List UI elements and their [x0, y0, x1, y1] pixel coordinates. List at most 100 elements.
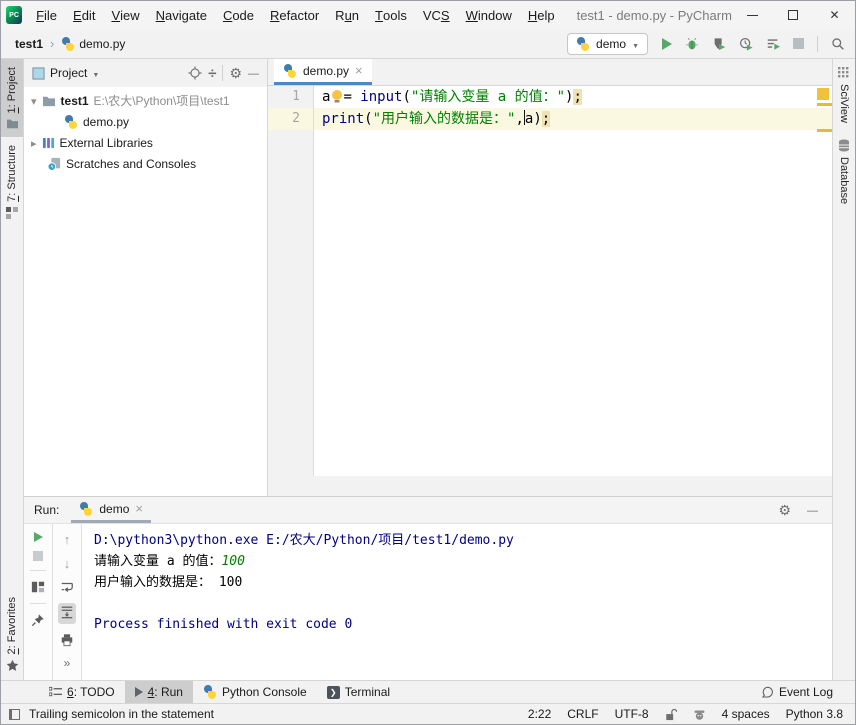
maximize-button[interactable] [773, 1, 814, 29]
hide-run-panel-button[interactable] [807, 503, 818, 517]
collapse-all-button[interactable] [208, 65, 216, 82]
interpreter-widget[interactable]: Python 3.8 [786, 707, 843, 721]
close-tab-icon[interactable] [135, 501, 143, 516]
run-with-coverage-button[interactable] [712, 37, 726, 51]
toolwindow-run-button[interactable]: 4: Run [125, 681, 193, 703]
menu-edit[interactable]: Edit [65, 1, 103, 29]
tree-row-root[interactable]: test1 E:\农大\Python\项目\test1 [24, 90, 267, 111]
bottom-toolwindow-bar: 6: TODO 4: Run Python Console ❯ Terminal… [1, 680, 855, 703]
rerun-button[interactable] [34, 532, 43, 542]
toolwindow-sciview-button[interactable]: SciView [833, 59, 855, 131]
soft-wrap-button[interactable] [60, 580, 74, 594]
project-settings-button[interactable] [229, 65, 242, 82]
token-builtin: input [360, 89, 402, 105]
run-configuration-select[interactable]: demo [567, 33, 648, 55]
warning-stripe-mark[interactable] [817, 103, 832, 106]
right-toolwindow-bar: SciView Database [832, 59, 855, 680]
pin-tab-button[interactable] [31, 613, 45, 627]
run-tab-demo[interactable]: demo [71, 497, 151, 523]
chevron-expanded-icon[interactable] [31, 94, 37, 108]
toolwindow-favorites-label: 2: Favorites [6, 597, 18, 654]
close-tab-icon[interactable] [355, 63, 363, 78]
center-column: Project test1 [24, 59, 832, 680]
run-console[interactable]: D:\python3\python.exe E:/农大/Python/项目/te… [82, 524, 832, 680]
run-panel-header: Run: demo [24, 497, 832, 524]
console-user-input: 100 [221, 554, 244, 569]
lock-icon[interactable] [665, 708, 677, 721]
intention-bulb-icon[interactable] [331, 89, 343, 103]
code-editor[interactable]: 1 2 a= input("请输入变量 a 的值："); print("用户输入… [268, 86, 832, 476]
menu-run[interactable]: Run [327, 1, 367, 29]
run-button[interactable] [662, 38, 672, 50]
minimize-button[interactable] [732, 1, 773, 29]
tree-external-label: External Libraries [60, 136, 153, 150]
panel-separator [222, 65, 223, 81]
toolwindow-terminal-button[interactable]: ❯ Terminal [317, 681, 400, 703]
run-panel-title: Run: [34, 503, 59, 517]
toolwindow-database-button[interactable]: Database [833, 131, 855, 212]
toolbar-separator [30, 570, 46, 571]
run-inner-toolbar [53, 524, 82, 680]
locate-file-button[interactable] [188, 66, 202, 80]
stop-button[interactable] [33, 551, 43, 561]
tree-row-scratches[interactable]: Scratches and Consoles [24, 153, 267, 174]
run-with-configuration-button[interactable] [766, 37, 780, 51]
editor-tab-demo[interactable]: demo.py [274, 59, 372, 85]
navigation-bar: test1 demo.py demo [1, 29, 855, 59]
run-outer-toolbar [24, 524, 53, 680]
scroll-to-end-button[interactable] [58, 603, 76, 624]
menu-help[interactable]: Help [520, 1, 563, 29]
project-view-selector[interactable]: Project [32, 66, 99, 80]
code-area[interactable]: a= input("请输入变量 a 的值："); print("用户输入的数据是… [314, 86, 832, 476]
inspection-profile-icon[interactable] [693, 708, 706, 721]
main-area: 1: Project 7: Structure 2: Favorites [1, 59, 855, 680]
breadcrumb-file-label: demo.py [79, 37, 125, 51]
menu-code[interactable]: Code [215, 1, 262, 29]
print-button[interactable] [60, 633, 74, 647]
menu-view[interactable]: View [103, 1, 147, 29]
toolwindow-project-button[interactable]: 1: Project [1, 59, 23, 137]
libraries-icon [42, 136, 55, 149]
hide-panel-button[interactable] [248, 66, 259, 80]
database-icon [838, 139, 850, 152]
inspection-indicator-icon[interactable] [817, 88, 829, 100]
encoding-widget[interactable]: UTF-8 [615, 707, 649, 721]
project-view-label: Project [50, 66, 87, 80]
caret-position-widget[interactable]: 2:22 [528, 707, 551, 721]
restore-layout-button[interactable] [31, 580, 45, 594]
toolwindow-python-console-button[interactable]: Python Console [193, 681, 317, 703]
tree-row-demo-file[interactable]: demo.py [24, 111, 267, 132]
breadcrumb-project[interactable]: test1 [15, 37, 43, 51]
toolwindow-todo-button[interactable]: 6: TODO [39, 681, 125, 703]
line-separator-widget[interactable]: CRLF [567, 707, 598, 721]
toolwindow-structure-button[interactable]: 7: Structure [1, 137, 23, 227]
python-file-icon [79, 502, 93, 516]
next-occurrence-button[interactable] [64, 556, 71, 571]
run-settings-button[interactable] [778, 502, 791, 519]
menu-file[interactable]: File [28, 1, 65, 29]
event-log-button[interactable]: Event Log [751, 681, 843, 703]
warning-stripe-mark[interactable] [817, 129, 832, 132]
debug-button[interactable] [685, 37, 699, 51]
menu-navigate[interactable]: Navigate [148, 1, 215, 29]
chevron-collapsed-icon[interactable] [31, 136, 37, 150]
event-log-label: Event Log [779, 685, 833, 699]
close-button[interactable] [814, 1, 855, 29]
stop-button[interactable] [793, 38, 804, 49]
token-semicolon-warning: ; [542, 111, 550, 127]
menu-window[interactable]: Window [458, 1, 520, 29]
more-actions-button[interactable] [64, 656, 71, 670]
toolwindow-favorites-button[interactable]: 2: Favorites [1, 589, 23, 680]
prev-occurrence-button[interactable] [64, 532, 71, 547]
tree-row-external-libraries[interactable]: External Libraries [24, 132, 267, 153]
menu-refactor[interactable]: Refactor [262, 1, 327, 29]
breadcrumb-file[interactable]: demo.py [61, 37, 125, 51]
search-everywhere-button[interactable] [831, 37, 845, 51]
menu-vcs[interactable]: VCS [415, 1, 458, 29]
token-string: "请输入变量 a 的值：" [411, 89, 565, 105]
indent-widget[interactable]: 4 spaces [722, 707, 770, 721]
profiler-button[interactable] [739, 37, 753, 51]
menu-tools[interactable]: Tools [367, 1, 415, 29]
toolwindow-toggle-icon[interactable] [9, 709, 20, 720]
code-line-2: print("用户输入的数据是：",a); [314, 108, 832, 130]
